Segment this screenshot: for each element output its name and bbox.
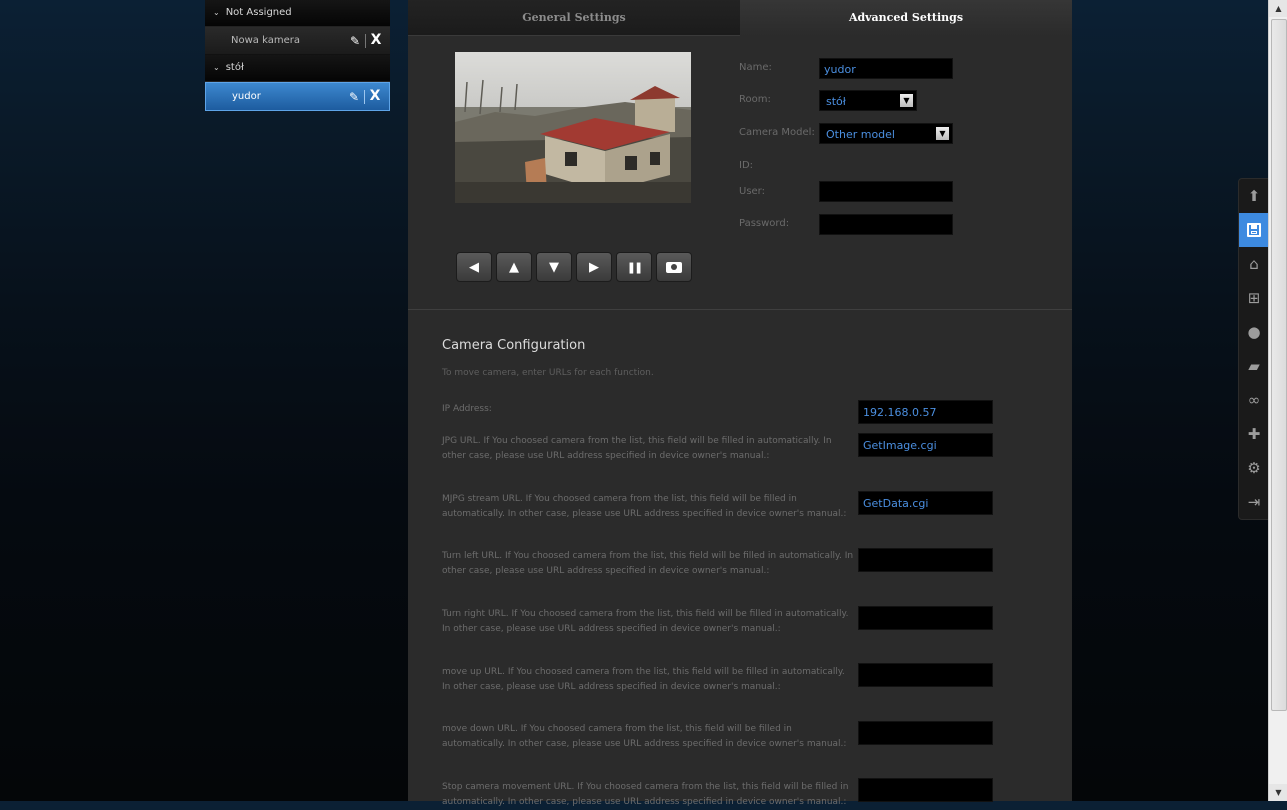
tree-item-label: Nowa kamera [231, 35, 300, 46]
edit-icon[interactable]: ✎ [345, 33, 366, 48]
turn-right-url-label: Turn right URL. If You choosed camera fr… [442, 609, 849, 634]
stop-button[interactable]: ❚❚ [616, 252, 652, 282]
camera-icon [666, 261, 682, 273]
pan-right-button[interactable]: ▶ [576, 252, 612, 282]
camera-preview [455, 52, 691, 203]
tree-group-not-assigned[interactable]: ⌄ Not Assigned [205, 0, 390, 27]
section-title: Camera Configuration [442, 338, 586, 353]
section-divider [408, 309, 1072, 310]
tree-group-label: stół [225, 62, 244, 73]
arrow-right-icon: ▶ [589, 259, 599, 275]
scroll-up-icon[interactable]: ▲ [1269, 0, 1287, 17]
snapshot-button[interactable] [656, 252, 692, 282]
up-arrow-icon[interactable]: ⬆ [1239, 179, 1269, 213]
room-select[interactable]: stół ▼ [819, 90, 917, 111]
bulb-icon[interactable]: ● [1239, 315, 1269, 349]
clapper-icon[interactable]: ▰ [1239, 349, 1269, 383]
turn-left-url-input[interactable] [858, 548, 993, 572]
camera-preview-image [455, 52, 691, 203]
tree-item-nowa-kamera[interactable]: Nowa kamera ✎ X [205, 27, 390, 55]
ip-address-input[interactable]: 192.168.0.57 [858, 400, 993, 424]
name-input[interactable]: yudor [819, 58, 953, 79]
network-icon[interactable]: ⊞ [1239, 281, 1269, 315]
turn-right-url-input[interactable] [858, 606, 993, 630]
chevron-down-icon: ▼ [900, 94, 913, 107]
tree-item-yudor[interactable]: yudor ✎ X [205, 82, 390, 111]
tree-group-label: Not Assigned [225, 7, 292, 18]
scroll-thumb[interactable] [1271, 19, 1287, 711]
delete-icon[interactable]: X [365, 83, 385, 110]
settings-panel: General Settings Advanced Settings ◀ ▲ ▼… [408, 0, 1072, 807]
move-down-url-label: move down URL. If You choosed camera fro… [442, 724, 847, 749]
chevron-down-icon: ▼ [936, 127, 949, 140]
tab-general-settings[interactable]: General Settings [408, 0, 740, 36]
scroll-down-icon[interactable]: ▼ [1269, 784, 1287, 801]
user-input[interactable] [819, 181, 953, 202]
chevron-down-icon: ⌄ [213, 63, 220, 72]
room-label: Room: [739, 94, 771, 105]
page-scrollbar[interactable]: ▲ ▼ [1268, 0, 1287, 801]
section-subtitle: To move camera, enter URLs for each func… [442, 368, 654, 378]
room-select-value: stół [826, 95, 846, 108]
link-icon[interactable]: ∞ [1239, 383, 1269, 417]
ptz-controls: ◀ ▲ ▼ ▶ ❚❚ [456, 252, 692, 282]
arrow-up-icon: ▲ [509, 259, 519, 275]
name-label: Name: [739, 62, 772, 73]
mjpg-url-input[interactable]: GetData.cgi [858, 491, 993, 515]
user-label: User: [739, 186, 765, 197]
camera-model-value: Other model [826, 128, 895, 141]
tree-group-stol[interactable]: ⌄ stół [205, 55, 390, 82]
side-toolbar: ⬆ ⌂ ⊞ ● ▰ ∞ ✚ ⚙ ⇥ [1238, 178, 1270, 520]
delete-icon[interactable]: X [366, 27, 386, 54]
tab-advanced-settings[interactable]: Advanced Settings [740, 0, 1072, 36]
edit-icon[interactable]: ✎ [344, 89, 365, 104]
pan-left-button[interactable]: ◀ [456, 252, 492, 282]
password-input[interactable] [819, 214, 953, 235]
logout-icon[interactable]: ⇥ [1239, 485, 1269, 519]
jpg-url-input[interactable]: GetImage.cgi [858, 433, 993, 457]
password-label: Password: [739, 218, 790, 229]
save-icon[interactable] [1239, 213, 1269, 247]
camera-model-label: Camera Model: [739, 127, 815, 138]
ip-address-label: IP Address: [442, 404, 492, 414]
move-up-url-input[interactable] [858, 663, 993, 687]
stop-url-input[interactable] [858, 778, 993, 802]
settings-icon[interactable]: ⚙ [1239, 451, 1269, 485]
chevron-down-icon: ⌄ [213, 8, 220, 17]
tilt-up-button[interactable]: ▲ [496, 252, 532, 282]
move-down-url-input[interactable] [858, 721, 993, 745]
plugin-icon[interactable]: ✚ [1239, 417, 1269, 451]
jpg-url-label: JPG URL. If You choosed camera from the … [442, 436, 832, 461]
camera-model-select[interactable]: Other model ▼ [819, 123, 953, 144]
settings-tabs: General Settings Advanced Settings [408, 0, 1072, 36]
tree-item-label: yudor [232, 91, 261, 102]
home-icon[interactable]: ⌂ [1239, 247, 1269, 281]
turn-left-url-label: Turn left URL. If You choosed camera fro… [442, 551, 854, 576]
pause-icon: ❚❚ [626, 260, 644, 274]
camera-tree: ⌄ Not Assigned Nowa kamera ✎ X ⌄ stół yudo… [205, 0, 390, 111]
stop-url-label: Stop camera movement URL. If You choosed… [442, 782, 849, 807]
id-label: ID: [739, 160, 754, 171]
arrow-down-icon: ▼ [549, 259, 559, 275]
move-up-url-label: move up URL. If You choosed camera from … [442, 667, 845, 692]
mjpg-url-label: MJPG stream URL. If You choosed camera f… [442, 494, 847, 519]
tilt-down-button[interactable]: ▼ [536, 252, 572, 282]
arrow-left-icon: ◀ [469, 259, 479, 275]
